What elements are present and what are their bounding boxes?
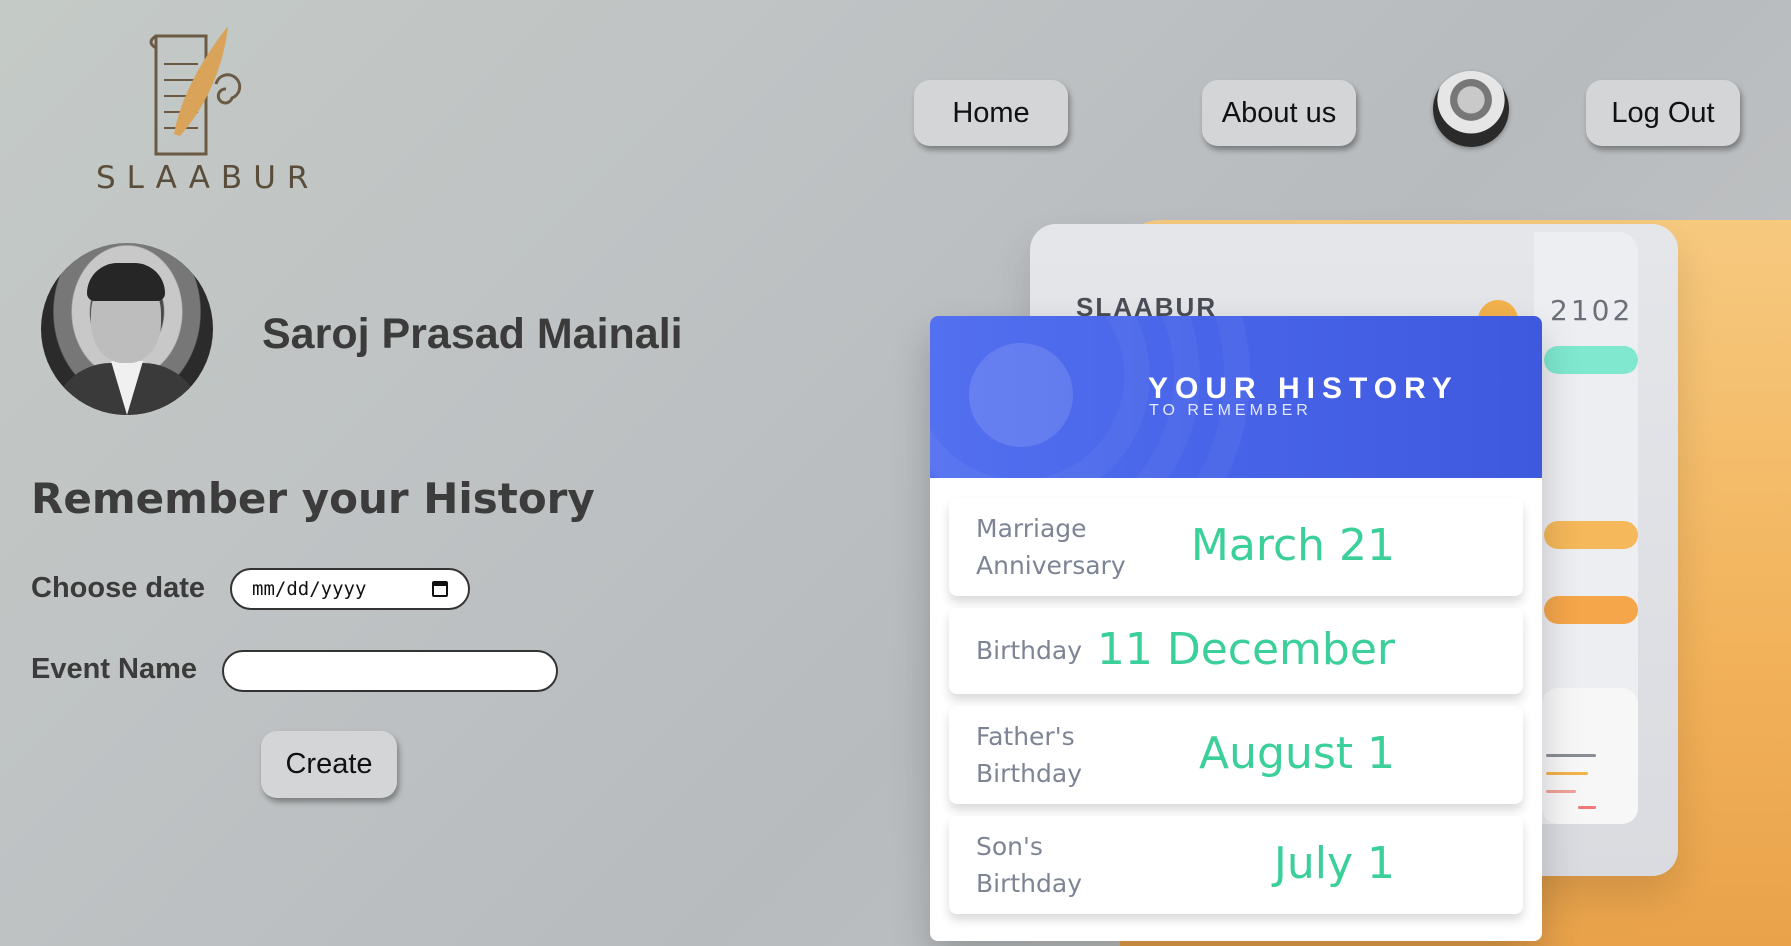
event-name-input[interactable] [222,650,558,692]
about-us-button[interactable]: About us [1202,80,1356,146]
profile-avatar [41,243,213,415]
background-mockup-line [1546,754,1596,757]
background-mockup-line [1546,772,1588,775]
history-event-row[interactable]: Father's Birthday August 1 [949,706,1523,804]
event-name: Marriage Anniversary [976,514,1126,580]
history-event-row[interactable]: Marriage Anniversary March 21 [949,498,1523,596]
background-mockup-year: 2102 [1550,294,1634,327]
background-mockup-line [1578,806,1596,809]
history-event-row[interactable]: Birthday 11 December [949,608,1523,694]
log-out-button[interactable]: Log Out [1586,80,1740,146]
event-name: Father's Birthday [976,722,1083,788]
event-date: August 1 [1199,728,1395,779]
history-subtitle: TO REMEMBER [1149,402,1312,419]
history-event-row[interactable]: Son's Birthday July 1 [949,816,1523,914]
form-title: Remember your History [31,474,595,523]
user-avatar[interactable] [1433,71,1509,147]
date-label: Choose date [31,572,206,604]
background-mockup-line [1546,790,1576,793]
event-name: Son's Birthday [976,832,1083,898]
event-name-label: Event Name [31,653,198,685]
date-input[interactable]: mm/dd/yyyy [230,568,470,610]
scroll-quill-icon [149,26,242,156]
logo-text: SLAABUR [96,160,320,196]
date-placeholder: mm/dd/yyyy [252,578,367,600]
home-button[interactable]: Home [914,80,1068,146]
calendar-icon[interactable] [432,581,448,597]
event-name: Birthday [976,636,1083,665]
background-mockup-pill [1544,521,1638,549]
create-button[interactable]: Create [261,731,397,798]
profile-name: Saroj Prasad Mainali [262,310,683,358]
event-date: July 1 [1273,838,1395,889]
background-mockup-pill [1544,346,1638,374]
history-header: YOUR HISTORY TO REMEMBER [930,316,1542,478]
event-date: March 21 [1190,520,1395,571]
decorative-circle [969,343,1073,447]
event-date: 11 December [1096,624,1395,675]
history-card: YOUR HISTORY TO REMEMBER Marriage Annive… [930,316,1542,941]
background-mockup-pill [1544,596,1638,624]
history-title: YOUR HISTORY [1148,372,1459,405]
